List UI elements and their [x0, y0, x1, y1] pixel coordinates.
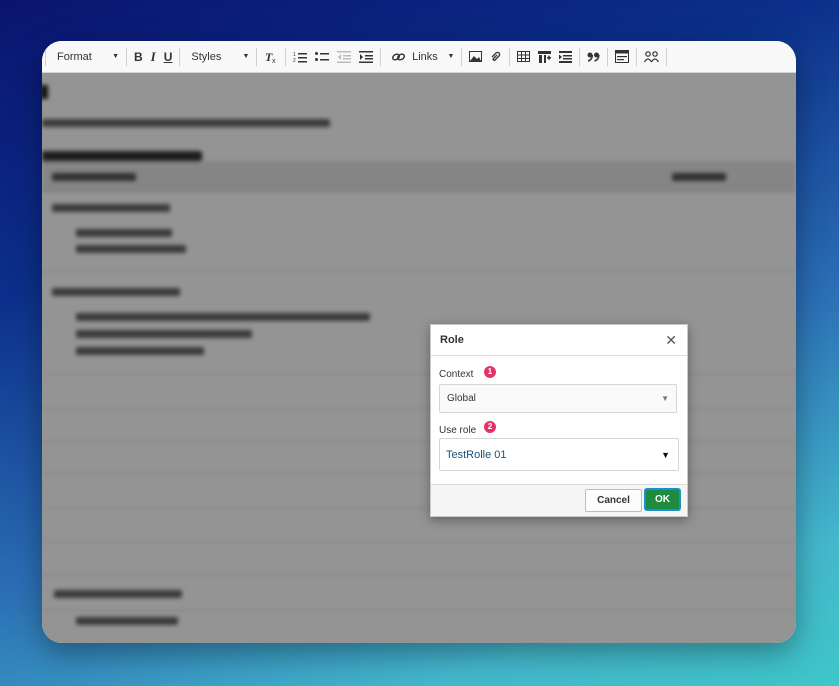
styles-dropdown-label: Styles [191, 50, 222, 63]
bold-button[interactable]: B [130, 46, 147, 68]
blockquote-icon [587, 52, 601, 62]
toolbar-separator [45, 47, 46, 66]
users-icon [644, 50, 660, 62]
insert-column-button[interactable] [534, 46, 555, 68]
links-dropdown-label: Links [412, 50, 438, 63]
source-icon [615, 50, 630, 63]
table-button[interactable] [513, 46, 534, 68]
dialog-footer: Cancel OK [431, 484, 687, 516]
role-dialog: Role ✕ Context 1 Global ▼ Use role 2 Tes… [430, 324, 688, 517]
table-icon [517, 51, 531, 62]
chevron-down-icon: ▼ [661, 394, 669, 403]
format-dropdown[interactable]: Format ▼ [49, 46, 123, 68]
toolbar-separator [607, 47, 609, 66]
blockquote-button[interactable] [583, 46, 604, 68]
close-icon[interactable]: ✕ [665, 332, 677, 349]
use-role-label: Use role [439, 425, 477, 436]
users-button[interactable] [640, 46, 663, 68]
insert-column-icon [538, 50, 552, 63]
step-badge-1: 1 [484, 366, 496, 378]
toolbar-separator [666, 47, 668, 66]
toolbar-separator [285, 47, 287, 66]
insert-row-button[interactable] [555, 46, 576, 68]
toolbar-separator [461, 47, 463, 66]
step-badge-2: 2 [484, 421, 496, 433]
dropdown-caret-icon: ▼ [447, 53, 455, 60]
insert-row-icon [559, 50, 573, 63]
links-dropdown[interactable]: Links ▼ [384, 46, 458, 68]
remove-format-icon: Tx [265, 50, 276, 64]
attachment-icon [491, 51, 501, 61]
bulleted-list-button[interactable] [311, 46, 333, 68]
dropdown-caret-icon: ▼ [112, 53, 119, 60]
dialog-title: Role [440, 334, 464, 346]
context-select[interactable]: Global ▼ [439, 384, 677, 413]
toolbar-separator [579, 47, 581, 66]
indent-icon [359, 50, 374, 63]
toolbar-separator [380, 47, 382, 66]
numbered-list-icon: 12 [293, 52, 308, 63]
indent-button[interactable] [355, 46, 377, 68]
svg-text:2: 2 [293, 58, 296, 63]
attachment-button[interactable] [486, 46, 506, 68]
editor-toolbar: Format ▼ B I U Styles ▼ Tx 12 Links ▼ [42, 41, 796, 73]
svg-text:x: x [272, 58, 276, 64]
image-icon [469, 51, 483, 62]
remove-format-button[interactable]: Tx [260, 46, 282, 68]
source-button[interactable] [611, 46, 633, 68]
styles-dropdown[interactable]: Styles ▼ [183, 46, 253, 68]
cancel-button[interactable]: Cancel [585, 489, 642, 512]
toolbar-separator [256, 47, 258, 66]
use-role-select[interactable]: TestRolle 01 ▼ [439, 438, 679, 471]
link-icon [392, 53, 406, 60]
image-button[interactable] [465, 46, 486, 68]
dialog-header: Role ✕ [431, 325, 687, 356]
chevron-down-icon: ▼ [661, 449, 670, 460]
toolbar-separator [636, 47, 638, 66]
underline-button[interactable]: U [160, 46, 177, 68]
outdent-icon [337, 50, 352, 63]
dropdown-caret-icon: ▼ [242, 53, 250, 60]
outdent-button[interactable] [333, 46, 355, 68]
toolbar-separator [179, 47, 181, 66]
context-select-value: Global [447, 393, 476, 404]
italic-button[interactable]: I [147, 46, 160, 68]
toolbar-separator [126, 47, 127, 66]
format-dropdown-label: Format [57, 50, 92, 63]
use-role-select-value: TestRolle 01 [446, 448, 507, 461]
context-label: Context [439, 369, 474, 380]
numbered-list-button[interactable]: 12 [289, 46, 311, 68]
bulleted-list-icon [315, 51, 330, 61]
ok-button[interactable]: OK [644, 488, 681, 511]
toolbar-separator [509, 47, 511, 66]
